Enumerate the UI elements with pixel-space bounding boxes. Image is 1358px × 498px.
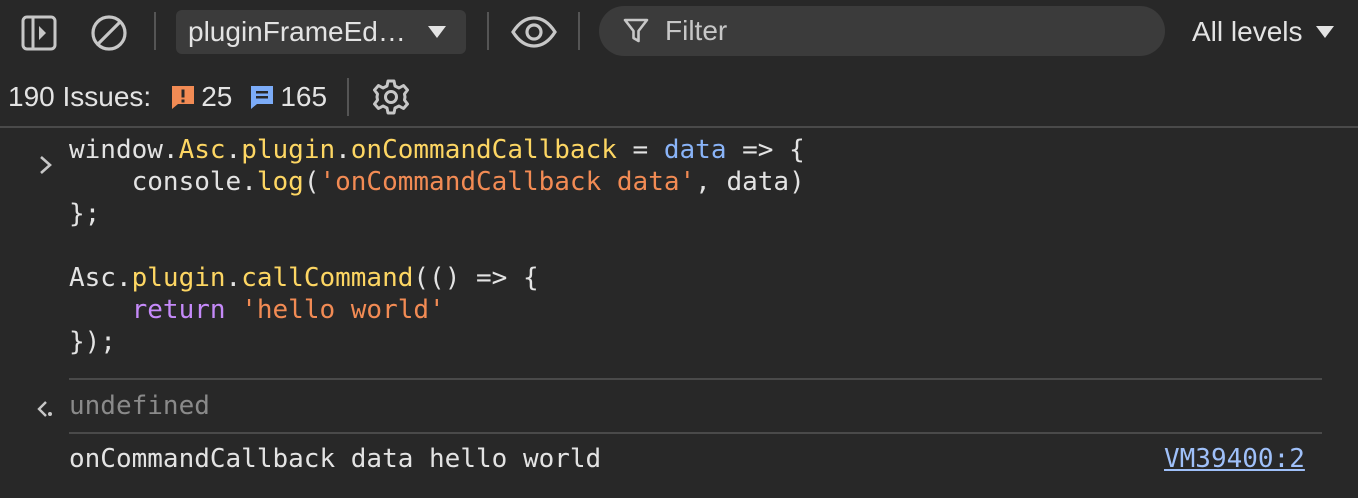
warning-issues-count: 25: [201, 81, 233, 112]
code-token: plugin: [241, 135, 336, 165]
code-token: .: [225, 135, 242, 165]
console-result: undefined: [69, 391, 210, 421]
code-token: 'onCommandCallback data': [319, 167, 696, 197]
filter-box[interactable]: [599, 6, 1165, 56]
log-source-link[interactable]: VM39400:2: [1164, 443, 1305, 475]
code-token: 'hello world': [241, 295, 445, 325]
code-token: onCommandCallback: [350, 135, 617, 165]
console-messages: window.Asc.plugin.onCommandCallback = da…: [0, 130, 1358, 498]
context-selector-label: pluginFrameEd…: [188, 16, 406, 47]
code-token: =: [616, 135, 664, 165]
code-token: };: [69, 199, 101, 229]
console-settings-button[interactable]: [371, 77, 411, 117]
result-arrow-icon: [37, 401, 52, 417]
eye-icon: [511, 16, 557, 48]
chevron-down-icon: [1316, 26, 1335, 38]
code-token: });: [69, 327, 116, 357]
code-line: Asc.plugin.callCommand(() => {: [69, 262, 539, 294]
warning-issues-badge[interactable]: 25: [169, 81, 232, 113]
code-token: data: [663, 135, 727, 165]
show-sidebar-button[interactable]: [18, 12, 60, 54]
code-token: , data): [695, 167, 805, 197]
toolbar-divider: [347, 78, 350, 116]
issues-count-label: 190 Issues:: [8, 81, 152, 112]
console-toolbar: pluginFrameEd… All levels 190 Issues:: [0, 0, 1358, 128]
code-token: .: [115, 263, 132, 293]
code-token: (: [303, 167, 320, 197]
code-token: log: [256, 167, 304, 197]
message-divider: [69, 378, 1322, 380]
context-selector[interactable]: pluginFrameEd…: [176, 10, 466, 54]
code-token: .: [162, 135, 179, 165]
code-token: .: [241, 167, 257, 197]
log-levels-dropdown[interactable]: All levels: [1192, 10, 1335, 54]
code-line: return 'hello world': [69, 294, 445, 326]
code-token: (() => {: [413, 263, 539, 293]
gear-icon: [373, 79, 410, 115]
code-line: window.Asc.plugin.onCommandCallback = da…: [69, 134, 805, 166]
code-token: window: [69, 135, 163, 165]
code-token: .: [225, 263, 242, 293]
message-divider: [69, 432, 1322, 434]
code-token: Asc: [69, 263, 116, 293]
sidebar-toggle-icon: [21, 15, 57, 51]
code-token: plugin: [131, 263, 226, 293]
code-token: console: [69, 167, 242, 197]
log-levels-label: All levels: [1192, 16, 1303, 47]
code-token: .: [335, 135, 351, 165]
filter-icon: [623, 18, 649, 43]
code-token: callCommand: [241, 263, 414, 293]
chevron-right-icon: [40, 156, 52, 174]
code-token: Asc: [178, 135, 226, 165]
live-expression-button[interactable]: [508, 10, 560, 54]
info-issues-count: 165: [280, 81, 328, 112]
code-token: return: [131, 295, 226, 325]
info-issues-badge[interactable]: 165: [248, 81, 327, 113]
toolbar-divider: [578, 12, 580, 50]
code-line: console.log('onCommandCallback data', da…: [69, 166, 805, 198]
issues-bar: 190 Issues: 25 165: [8, 76, 411, 118]
warning-issue-icon: [172, 86, 195, 109]
code-line: };: [69, 198, 100, 230]
block-icon: [91, 15, 127, 51]
toolbar-divider: [487, 12, 489, 50]
code-line: });: [69, 326, 116, 358]
chevron-down-icon: [428, 26, 446, 38]
message-issue-icon: [251, 86, 274, 109]
filter-input[interactable]: [665, 15, 1125, 47]
code-token: => {: [726, 135, 805, 165]
toolbar-divider: [154, 12, 156, 50]
console-log-message: onCommandCallback data hello world: [69, 444, 602, 474]
clear-console-button[interactable]: [88, 12, 130, 54]
